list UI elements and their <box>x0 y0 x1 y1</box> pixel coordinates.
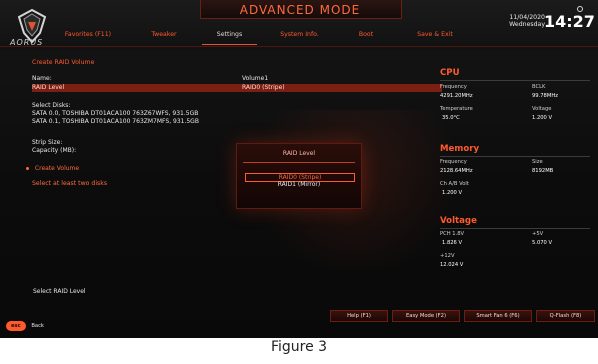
cpu-frequency-value: 4291.20MHz <box>440 93 473 99</box>
voltage-title: Voltage <box>440 216 477 226</box>
p12v-label: +12V <box>440 253 455 259</box>
bottom-toolbar: Help (F1) Easy Mode (F2) Smart Fan 6 (F6… <box>330 310 595 322</box>
top-bar: AORUS ADVANCED MODE Favorites (F11) Twea… <box>0 0 598 50</box>
settings-gear-icon[interactable] <box>577 6 583 12</box>
mem-volt-label: Ch A/B Volt <box>440 181 469 187</box>
raid-level-dialog: RAID Level RAID0 (Stripe) RAID1 (Mirror) <box>236 143 362 209</box>
cpu-title: CPU <box>440 68 460 78</box>
mem-volt-value: 1.200 V <box>442 190 463 196</box>
page-title: Create RAID Volume <box>32 59 95 66</box>
mem-frequency-label: Frequency <box>440 159 467 165</box>
tab-label: System Info. <box>280 31 319 38</box>
help-text: Select RAID Level <box>33 288 86 295</box>
help-button[interactable]: Help (F1) <box>330 310 388 322</box>
tab-tweaker[interactable]: Tweaker <box>138 31 190 43</box>
tab-label: Boot <box>358 31 374 38</box>
figure-caption: Figure 3 <box>270 339 328 355</box>
tab-label: Save & Exit <box>417 31 453 38</box>
bios-screen: AORUS ADVANCED MODE Favorites (F11) Twea… <box>0 0 598 338</box>
brand-text: AORUS <box>10 38 44 47</box>
cpu-divider <box>440 80 590 81</box>
tab-system-info[interactable]: System Info. <box>267 31 332 43</box>
day: Wednesday <box>509 21 545 28</box>
smart-fan-button[interactable]: Smart Fan 6 (F6) <box>464 310 532 322</box>
memory-divider <box>440 156 590 157</box>
dialog-separator <box>243 162 355 163</box>
cpu-temp-value: 35.0°C <box>442 115 460 121</box>
name-label: Name: <box>32 75 52 82</box>
back-label: Back <box>31 323 44 329</box>
create-volume-item[interactable]: Create Volume <box>26 165 79 172</box>
pch-value: 1.826 V <box>442 240 463 246</box>
date-block: 11/04/2020 Wednesday <box>505 14 545 28</box>
esc-key-badge: esc <box>6 321 26 331</box>
strip-size-label: Strip Size: <box>32 139 63 146</box>
date: 11/04/2020 <box>509 14 545 21</box>
pch-label: PCH 1.8V <box>440 231 465 237</box>
raid-level-label: RAID Level <box>32 84 65 91</box>
mem-size-label: Size <box>532 159 543 165</box>
mode-title: ADVANCED MODE <box>239 3 361 17</box>
active-tab-indicator <box>202 44 257 45</box>
voltage-divider <box>440 228 590 229</box>
disk-item[interactable]: SATA 0.1, TOSHIBA DT01ACA100 763ZM7MFS, … <box>32 118 199 125</box>
dialog-option-raid1[interactable]: RAID1 (Mirror) <box>237 181 361 188</box>
bullet-icon <box>26 167 29 170</box>
tab-label: Settings <box>216 31 243 38</box>
tab-label: Tweaker <box>151 31 177 38</box>
raid-level-row[interactable]: RAID Level RAID0 (Stripe) <box>32 84 442 92</box>
select-disks-label: Select Disks: <box>32 102 71 109</box>
tab-settings[interactable]: Settings <box>202 31 257 45</box>
mem-frequency-value: 2128.64MHz <box>440 168 473 174</box>
clock: 14:27 <box>544 12 595 31</box>
mem-size-value: 8192MB <box>532 168 554 174</box>
tab-save-exit[interactable]: Save & Exit <box>404 31 466 43</box>
p12v-value: 12.024 V <box>440 262 464 268</box>
cpu-voltage-label: Voltage <box>532 106 552 112</box>
capacity-label: Capacity (MB): <box>32 147 77 154</box>
raid-level-value: RAID0 (Stripe) <box>242 84 285 91</box>
qflash-button[interactable]: Q-Flash (F8) <box>536 310 595 322</box>
bclk-label: BCLK <box>532 84 546 90</box>
bclk-value: 99.78MHz <box>532 93 558 99</box>
cpu-frequency-label: Frequency <box>440 84 467 90</box>
cpu-temp-label: Temperature <box>440 106 473 112</box>
back-button[interactable]: esc Back <box>6 321 44 331</box>
p5v-value: 5.070 V <box>532 240 553 246</box>
warning-text: Select at least two disks <box>32 180 108 187</box>
top-nav: Favorites (F11) Tweaker Settings System … <box>54 31 494 45</box>
tab-boot[interactable]: Boot <box>346 31 386 43</box>
disk-item[interactable]: SATA 0.0, TOSHIBA DT01ACA100 763Z67WFS, … <box>32 110 198 117</box>
dialog-title: RAID Level <box>282 150 316 157</box>
create-volume-label: Create Volume <box>34 165 80 172</box>
cpu-voltage-value: 1.200 V <box>532 115 553 121</box>
name-value[interactable]: Volume1 <box>242 75 268 82</box>
tab-favorites[interactable]: Favorites (F11) <box>54 31 122 43</box>
main-content: Create RAID Volume Name: Volume1 RAID Le… <box>26 50 442 320</box>
system-monitor-panel: CPU Frequency 4291.20MHz BCLK 99.78MHz T… <box>440 58 590 308</box>
memory-title: Memory <box>440 144 480 154</box>
tab-label: Favorites (F11) <box>64 31 112 38</box>
easy-mode-button[interactable]: Easy Mode (F2) <box>392 310 460 322</box>
p5v-label: +5V <box>532 231 544 237</box>
